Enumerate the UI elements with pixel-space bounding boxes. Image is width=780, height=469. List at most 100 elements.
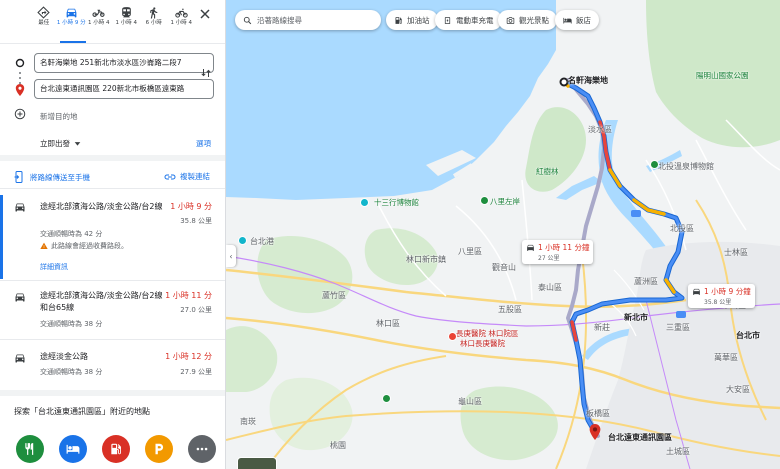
route-callout-selected[interactable]: 1 小時 9 分鐘 35.8 公里	[688, 284, 755, 308]
route-2-traffic-note: 交通順暢時為 38 分	[40, 320, 103, 328]
route-1-time: 1 小時 9 分	[170, 202, 212, 211]
origin-circle-icon	[15, 58, 25, 68]
map-label-beitou: 北投區	[670, 224, 694, 233]
callout-row: 1 小時 9 分鐘	[692, 286, 751, 297]
callout-alt-distance: 27 公里	[538, 255, 560, 262]
poi-dot	[650, 160, 659, 169]
poi-dot	[238, 236, 247, 245]
close-directions-button[interactable]	[197, 6, 213, 22]
search-icon	[243, 16, 252, 24]
more-icon	[196, 447, 208, 451]
motorcycle-icon	[92, 9, 105, 17]
map-label-taishan: 泰山區	[538, 283, 562, 292]
swap-icon[interactable]	[200, 67, 212, 79]
map-label-xinzhuang: 新莊	[594, 323, 610, 332]
callout-alt-time: 1 小時 11 分鐘	[538, 243, 590, 252]
mode-bike[interactable]: 1 小時 4	[168, 6, 196, 36]
copy-link-button[interactable]: 複製連結	[164, 171, 210, 182]
chip-attractions[interactable]: 觀光景點	[498, 10, 557, 30]
divider	[0, 43, 225, 44]
map-label-taipei: 台北市	[736, 331, 760, 340]
options-button[interactable]: 選項	[196, 138, 211, 149]
route-option-1[interactable]: 途經北部濱海公路/淡金公路/台2線 1 小時 9 分 35.8 公里 交通順暢時…	[0, 189, 225, 280]
destination-marker-icon[interactable]	[589, 424, 601, 440]
send-to-phone-button[interactable]: 將路線傳送至手機	[14, 171, 90, 183]
depart-time-selector[interactable]: 立即出發	[40, 138, 81, 149]
route-option-2[interactable]: 途經北部濱海公路/淡金公路/台2線和台65線 1 小時 11 分 27.0 公里…	[0, 281, 225, 339]
route-callout-alt[interactable]: 1 小時 11 分鐘 27 公里	[522, 240, 594, 264]
chip-hotels-label: 飯店	[576, 15, 591, 25]
map-label-tamsui: 淡水區	[588, 125, 612, 134]
route-1-distance: 35.8 公里	[180, 217, 212, 225]
divider	[0, 390, 225, 396]
add-destination-button[interactable]: 新增目的地	[40, 111, 78, 122]
explore-parking-button[interactable]	[145, 435, 173, 463]
map-label-wugu: 五股區	[498, 305, 522, 314]
link-icon	[164, 174, 176, 179]
route-3-title: 途經淡金公路	[40, 352, 88, 361]
map-label-daan: 大安區	[726, 385, 750, 394]
route-1-details-link[interactable]: 詳細資訊	[40, 262, 68, 272]
chip-gas-label: 加油站	[407, 15, 430, 25]
explore-gas-button[interactable]	[102, 435, 130, 463]
send-to-phone-label: 將路線傳送至手機	[30, 172, 90, 182]
route-3-distance: 27.9 公里	[180, 368, 212, 376]
route-1-toll-warning: 此路線會經過收費路段。	[40, 241, 128, 251]
route-1-warning-text: 此路線會經過收費路段。	[51, 242, 128, 250]
destination-input[interactable]: 台北遠東通訊園區 220新北市板橋區遠東路	[34, 79, 214, 99]
restaurant-icon	[25, 443, 34, 455]
route-3-traffic-note: 交通順暢時為 38 分	[40, 368, 103, 376]
chevron-left-icon: ‹	[229, 251, 233, 261]
mode-walk[interactable]: 6 小時	[140, 6, 168, 36]
travel-mode-bar: 最佳 1 小時 9 分 1 小時 4 1 小時 4 6 小時 1 小時 4	[30, 6, 195, 36]
collapse-panel-button[interactable]: ‹	[226, 245, 236, 267]
route-2-time: 1 小時 11 分	[165, 291, 212, 300]
mode-motorcycle[interactable]: 1 小時 4	[85, 6, 113, 36]
mode-walk-label: 6 小時	[145, 20, 162, 26]
close-icon	[200, 9, 210, 19]
chip-ev-charging[interactable]: 電動車充電	[435, 10, 502, 30]
route-option-3[interactable]: 途經淡金公路 1 小時 12 分 27.9 公里 交通順暢時為 38 分	[0, 340, 225, 390]
car-icon	[15, 203, 25, 212]
explore-hotels-button[interactable]	[59, 435, 87, 463]
route-1-traffic-note: 交通順暢時為 42 分	[40, 230, 103, 238]
map-label-guanyin-mt: 觀音山	[492, 263, 516, 272]
map-canvas[interactable]: 淡水區 北投溫泉博物館 北投區 士林區 陽明山國家公園 十三行博物館 紅樹林 八…	[226, 0, 780, 469]
map-label-linkou-park: 林口新市鎮	[406, 255, 446, 264]
origin-map-label: 名軒海樂地	[568, 76, 608, 85]
origin-input[interactable]: 名軒海樂地 251新北市淡水區沙崙路二段7	[34, 53, 214, 73]
gas-station-icon	[395, 16, 402, 24]
add-circle-icon[interactable]	[14, 108, 26, 120]
explore-more-button[interactable]	[188, 435, 216, 463]
car-icon	[527, 244, 534, 251]
car-icon	[15, 293, 25, 302]
explore-restaurants-button[interactable]	[16, 435, 44, 463]
google-maps-directions: 最佳 1 小時 9 分 1 小時 4 1 小時 4 6 小時 1 小時 4 名軒…	[0, 0, 780, 469]
map-label-nankan: 南崁	[240, 417, 256, 426]
route-1-title: 途經北部濱海公路/淡金公路/台2線	[40, 202, 163, 211]
route-2-title: 途經北部濱海公路/淡金公路/台2線和台65線	[40, 291, 163, 312]
callout-selected-time: 1 小時 9 分鐘	[704, 287, 751, 296]
mode-drive[interactable]: 1 小時 9 分	[57, 6, 86, 36]
depart-label: 立即出發	[40, 139, 70, 148]
walking-icon	[150, 7, 158, 19]
destination-map-label: 台北遠東通訊園區	[608, 433, 672, 442]
copy-link-label: 複製連結	[180, 172, 210, 181]
map-label-wanhua: 萬華區	[714, 353, 738, 362]
map-label-luzhou: 蘆洲區	[634, 277, 658, 286]
parking-icon	[155, 443, 164, 455]
mode-bike-label: 1 小時 4	[170, 20, 193, 26]
hotel-icon	[66, 444, 80, 454]
layers-thumbnail[interactable]	[237, 457, 277, 469]
mode-transit[interactable]: 1 小時 4	[113, 6, 141, 36]
chip-hotels[interactable]: 飯店	[555, 10, 599, 30]
map-label-taoyuan: 桃園	[330, 441, 346, 450]
poi-dot	[448, 332, 457, 341]
map-label-shilin: 士林區	[724, 248, 748, 257]
chip-gas-stations[interactable]: 加油站	[386, 10, 438, 30]
hotel-icon	[563, 17, 572, 23]
mode-best[interactable]: 最佳	[30, 6, 58, 36]
route-2-distance: 27.0 公里	[180, 306, 212, 314]
route-search-input[interactable]: 沿著路線搜尋	[235, 10, 381, 30]
map-label-taipei-port: 台北港	[250, 237, 274, 246]
